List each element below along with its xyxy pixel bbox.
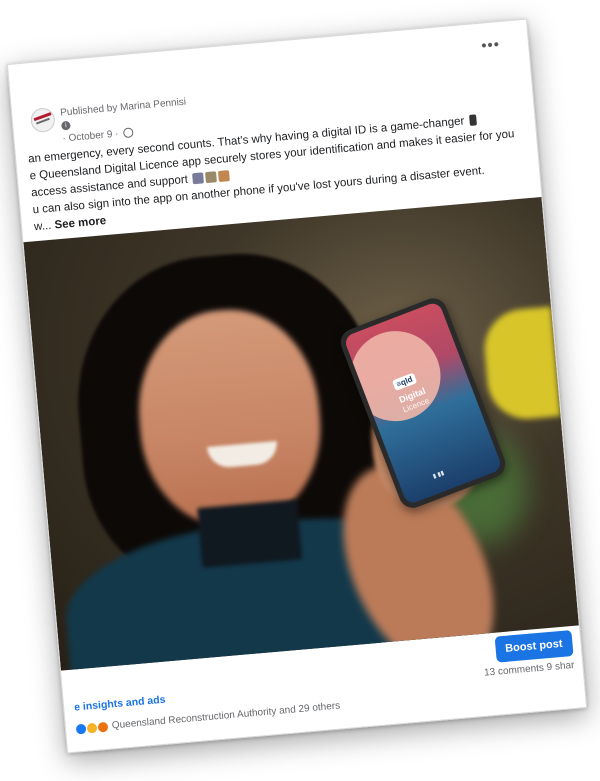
globe-icon [122, 127, 134, 139]
post-photo[interactable]: ≡qld Digital Licence ▮ ▮▮ [23, 196, 579, 671]
government-crest-icon: ▮ ▮▮ [432, 470, 446, 481]
background-bokeh [481, 306, 561, 423]
post-card: ••• Published by Marina Pennisi i · Octo… [6, 18, 588, 754]
care-reaction-icon [97, 721, 109, 733]
phone-emoji-icon [469, 114, 477, 127]
person-emoji-icon [205, 171, 218, 184]
info-icon[interactable]: i [61, 120, 71, 131]
insights-and-ads-link[interactable]: e insights and ads [74, 694, 166, 714]
person-neck [197, 499, 303, 568]
more-horizontal-icon[interactable]: ••• [481, 36, 501, 55]
boost-post-button[interactable]: Boost post [494, 630, 574, 663]
love-laugh-reaction-icon [86, 722, 98, 734]
post-meta: Published by Marina Pennisi i · October … [60, 96, 189, 146]
page-avatar[interactable] [29, 107, 56, 134]
see-more-link[interactable]: See more [54, 215, 107, 231]
person-emoji-icon [192, 172, 205, 185]
post-date[interactable]: · October 9 · [62, 129, 119, 145]
comments-shares-count[interactable]: 13 comments 9 shar [484, 660, 575, 679]
handshake-emoji-icon [218, 170, 231, 183]
like-reaction-icon [75, 723, 87, 735]
